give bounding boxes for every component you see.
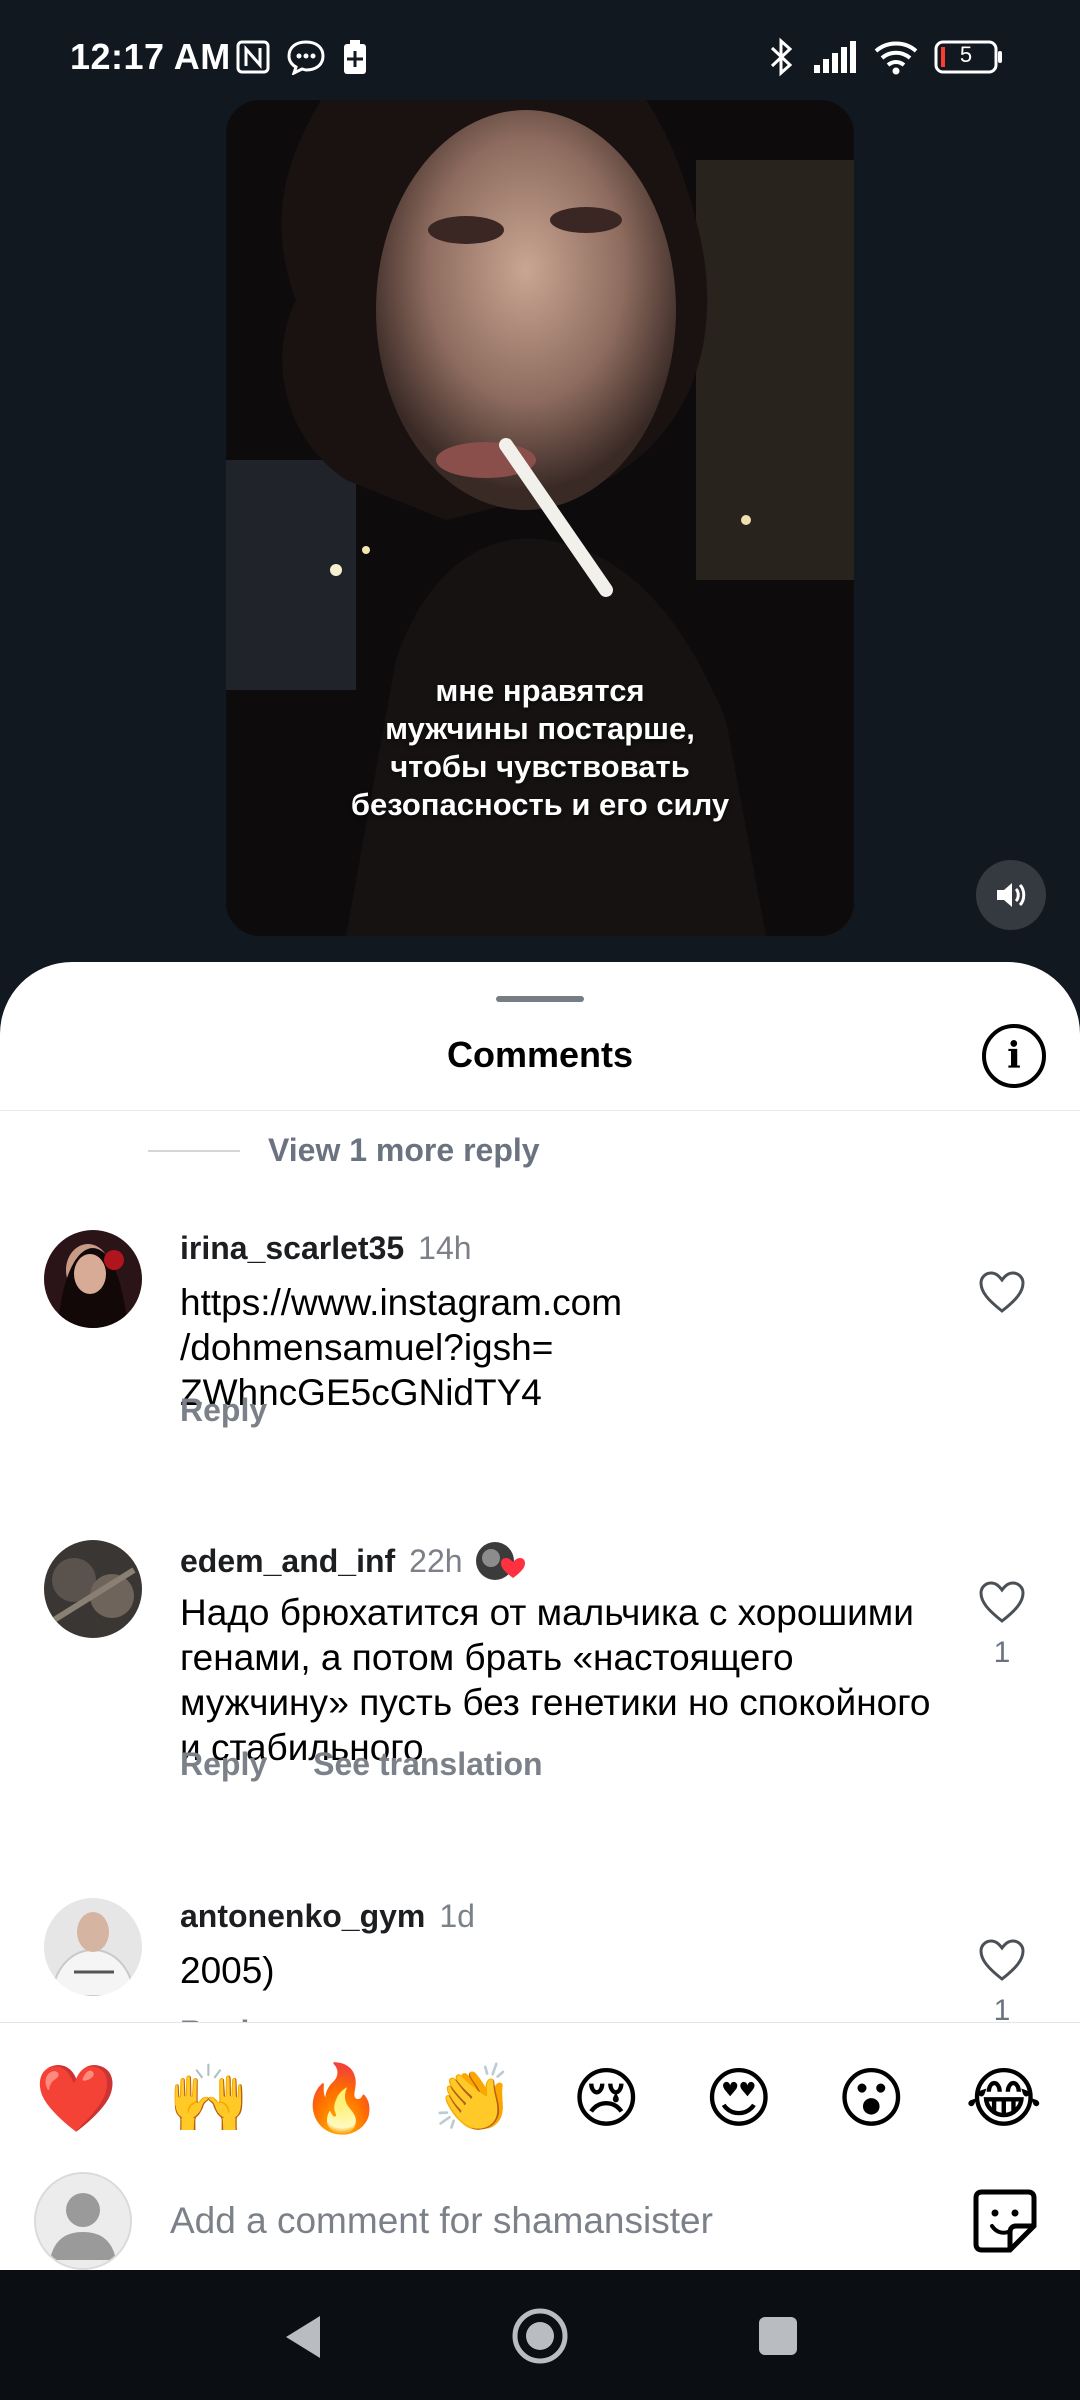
caption-line: мне нравятся — [435, 673, 645, 708]
volume-button[interactable] — [976, 860, 1046, 930]
comment-header: antonenko_gym 1d — [180, 1898, 475, 1935]
comment-username[interactable]: irina_scarlet35 — [180, 1230, 404, 1267]
see-translation-button[interactable]: See translation — [313, 1746, 542, 1783]
sticker-button[interactable] — [970, 2186, 1040, 2256]
user-avatar — [34, 2172, 132, 2270]
drag-handle[interactable] — [496, 996, 584, 1002]
home-icon[interactable] — [510, 2306, 570, 2366]
comment-item: irina_scarlet35 14h https://www.instagra… — [0, 1230, 1080, 1530]
comment-text: 2005) — [180, 1950, 275, 1991]
divider — [0, 1110, 1080, 1111]
info-button[interactable]: i — [982, 1024, 1046, 1088]
emoji-clap-button[interactable]: 👏 — [419, 2063, 529, 2133]
info-icon: i — [1007, 1035, 1021, 1077]
bluetooth-icon — [768, 37, 796, 77]
comment-actions: Reply — [180, 1392, 267, 1429]
view-more-label: View 1 more reply — [268, 1132, 540, 1168]
emoji-heart-button[interactable]: ❤️ — [21, 2063, 131, 2133]
reply-button[interactable]: Reply — [180, 1392, 267, 1429]
comment-header: irina_scarlet35 14h — [180, 1230, 472, 1267]
battery-level: 5 — [959, 42, 973, 67]
emoji-fire-button[interactable]: 🔥 — [286, 2063, 396, 2133]
chat-bubble-icon — [286, 38, 326, 76]
comment-username[interactable]: edem_and_inf — [180, 1543, 395, 1580]
emoji-crying-button[interactable]: 😢 — [551, 2063, 661, 2133]
status-time: 12:17 AM — [70, 36, 231, 77]
signal-icon — [812, 38, 860, 76]
avatar[interactable] — [44, 1230, 142, 1328]
comment-text: https://www.instagram.com /dohmensamuel?… — [180, 1282, 623, 1413]
like-heart-icon[interactable] — [978, 1270, 1026, 1314]
reel-video[interactable]: мне нравятся мужчины постарше, чтобы чув… — [226, 100, 854, 936]
emoji-laughing-button[interactable]: 😂 — [949, 2063, 1059, 2133]
sheet-title: Comments — [446, 1034, 634, 1075]
comment-header: edem_and_inf 22h — [180, 1540, 525, 1582]
speaker-icon — [997, 883, 1026, 907]
comment-username[interactable]: antonenko_gym — [180, 1898, 425, 1935]
battery-saver-icon — [342, 38, 368, 76]
creator-liked-badge — [475, 1540, 525, 1582]
video-caption: мне нравятся мужчины постарше, чтобы чув… — [226, 672, 854, 824]
recents-icon[interactable] — [756, 2314, 800, 2358]
comment-time: 14h — [418, 1230, 472, 1266]
avatar[interactable] — [44, 1540, 142, 1638]
view-more-line — [148, 1149, 240, 1152]
comment-input[interactable] — [170, 2182, 930, 2260]
wifi-icon — [872, 38, 920, 76]
emoji-heart-eyes-button[interactable]: 😍 — [684, 2063, 794, 2133]
system-nav-bar — [0, 2270, 1080, 2400]
caption-line: мужчины постарше, — [385, 711, 695, 746]
comment-time: 1d — [439, 1898, 475, 1934]
emoji-raised-hands-button[interactable]: 🙌 — [154, 2063, 264, 2133]
comment-actions: Reply See translation — [180, 1746, 543, 1783]
emoji-reaction-bar: ❤️ 🙌 🔥 👏 😢 😍 😮 😂 — [0, 2022, 1080, 2172]
back-icon[interactable] — [280, 2312, 324, 2362]
avatar[interactable] — [44, 1898, 142, 1996]
status-bar: 12:17 AM 5 — [0, 0, 1080, 100]
view-more-replies[interactable]: View 1 more reply — [148, 1132, 540, 1169]
like-heart-icon[interactable] — [978, 1938, 1026, 1982]
battery-icon: 5 — [934, 38, 1004, 76]
caption-line: безопасность и его силу — [350, 787, 730, 822]
caption-line: чтобы чувствовать — [390, 749, 690, 784]
comment-item: edem_and_inf 22h Надо брюхатится от маль… — [0, 1540, 1080, 1880]
comment-text: Надо брюхатится от мальчика с хорошими г… — [180, 1592, 931, 1768]
screen: 12:17 AM 5 мне нравятся мужчины постарше… — [0, 0, 1080, 2400]
like-count: 1 — [993, 1636, 1011, 1669]
comment-time: 22h — [409, 1542, 463, 1579]
comment-composer — [0, 2172, 1080, 2270]
sticker-icon — [973, 2189, 1037, 2253]
emoji-surprised-button[interactable]: 😮 — [816, 2063, 926, 2133]
like-heart-icon[interactable] — [978, 1580, 1026, 1624]
nfc-icon — [236, 38, 270, 76]
reply-button[interactable]: Reply — [180, 1746, 267, 1783]
